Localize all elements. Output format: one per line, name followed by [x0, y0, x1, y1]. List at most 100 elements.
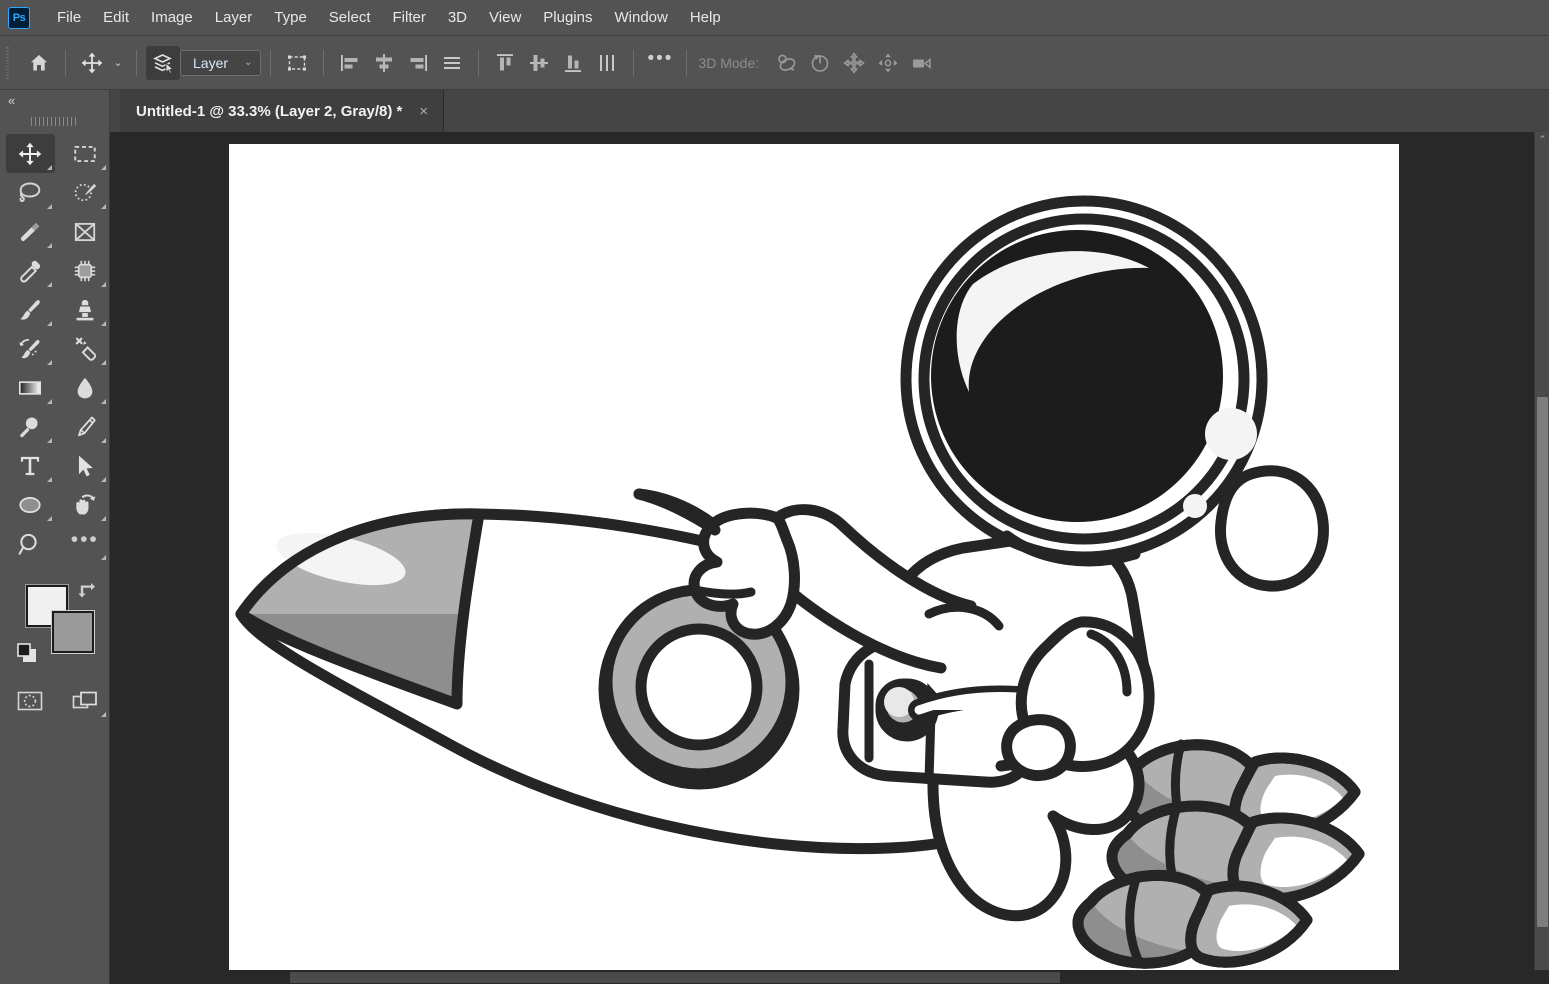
auto-select-toggle[interactable]: [146, 46, 180, 80]
menu-image[interactable]: Image: [140, 5, 204, 30]
tool-flyout-indicator: [101, 477, 106, 482]
menu-select[interactable]: Select: [318, 5, 382, 30]
tool-history-brush[interactable]: [6, 329, 55, 368]
3d-mode-label: 3D Mode:: [698, 55, 759, 71]
options-bar-drag-handle[interactable]: [4, 46, 14, 80]
move-tool-icon: [17, 141, 43, 167]
default-colors-icon[interactable]: [16, 642, 38, 669]
tool-crop[interactable]: [6, 212, 55, 251]
tool-horizontal-type[interactable]: [6, 446, 55, 485]
color-swatches: [0, 577, 109, 673]
canvas-work-area[interactable]: ⌃: [110, 132, 1549, 984]
3d-camera-button[interactable]: [905, 46, 939, 80]
align-top-edges-icon: [493, 51, 517, 75]
menu-view[interactable]: View: [478, 5, 532, 30]
tool-lasso[interactable]: [6, 173, 55, 212]
quick-mask-icon: [15, 689, 45, 713]
distribute-vertical-button[interactable]: [435, 46, 469, 80]
tools-panel: «: [0, 90, 110, 984]
tool-rectangular-marquee[interactable]: [61, 134, 110, 173]
tool-eraser[interactable]: [61, 329, 110, 368]
distribute-horizontal-centers-icon: [595, 51, 619, 75]
auto-select-scope-dropdown[interactable]: Layer ⌄: [180, 50, 261, 76]
align-left-edges-button[interactable]: [333, 46, 367, 80]
3d-roll-icon: [808, 51, 832, 75]
ellipsis-icon: •••: [647, 59, 673, 66]
tool-flyout-indicator: [101, 555, 106, 560]
menu-help[interactable]: Help: [679, 5, 732, 30]
3d-roll-button[interactable]: [803, 46, 837, 80]
3d-orbit-button[interactable]: [769, 46, 803, 80]
crop-icon: [17, 219, 43, 245]
tool-flyout-indicator: [101, 516, 106, 521]
menu-window[interactable]: Window: [603, 5, 678, 30]
tool-flyout-indicator: [101, 360, 106, 365]
tool-blur[interactable]: [61, 368, 110, 407]
document-tab[interactable]: Untitled-1 @ 33.3% (Layer 2, Gray/8) * ×: [120, 90, 444, 132]
tool-flyout-indicator: [47, 516, 52, 521]
vertical-scrollbar-thumb[interactable]: [1537, 397, 1548, 927]
tool-rotate-view[interactable]: [61, 485, 110, 524]
tool-pen[interactable]: [61, 407, 110, 446]
screen-mode-button[interactable]: [61, 681, 110, 720]
align-top-edges-button[interactable]: [488, 46, 522, 80]
align-right-edges-button[interactable]: [401, 46, 435, 80]
tool-frame[interactable]: [61, 212, 110, 251]
horizontal-scrollbar[interactable]: [110, 970, 1549, 984]
tool-spot-healing-brush[interactable]: [61, 251, 110, 290]
document-tab-strip: Untitled-1 @ 33.3% (Layer 2, Gray/8) * ×: [110, 90, 1549, 132]
menu-plugins[interactable]: Plugins: [532, 5, 603, 30]
tool-object-selection[interactable]: [61, 173, 110, 212]
more-align-options-button[interactable]: •••: [643, 46, 677, 80]
align-vertical-centers-button[interactable]: [522, 46, 556, 80]
photoshop-logo-icon: Ps: [8, 7, 30, 29]
menu-layer[interactable]: Layer: [204, 5, 264, 30]
close-tab-icon[interactable]: ×: [416, 102, 431, 121]
tool-gradient[interactable]: [6, 368, 55, 407]
align-vertical-centers-icon: [527, 51, 551, 75]
menu-edit[interactable]: Edit: [92, 5, 140, 30]
menu-file[interactable]: File: [46, 5, 92, 30]
align-bottom-edges-button[interactable]: [556, 46, 590, 80]
show-transform-controls-toggle[interactable]: [280, 46, 314, 80]
3d-slide-button[interactable]: [871, 46, 905, 80]
tool-flyout-indicator: [101, 282, 106, 287]
menu-filter[interactable]: Filter: [382, 5, 437, 30]
tool-move[interactable]: [6, 134, 55, 173]
tool-path-selection[interactable]: [61, 446, 110, 485]
home-button[interactable]: [22, 46, 56, 80]
dodge-icon: [17, 414, 43, 440]
tool-eyedropper[interactable]: [6, 251, 55, 290]
show-transform-controls-icon: [285, 51, 309, 75]
3d-pan-button[interactable]: [837, 46, 871, 80]
horizontal-scrollbar-thumb[interactable]: [290, 972, 1060, 983]
tool-clone-stamp[interactable]: [61, 290, 110, 329]
align-horizontal-centers-button[interactable]: [367, 46, 401, 80]
tool-dodge[interactable]: [6, 407, 55, 446]
align-bottom-edges-icon: [561, 51, 585, 75]
scroll-up-icon[interactable]: ⌃: [1535, 132, 1549, 147]
menu-type[interactable]: Type: [263, 5, 318, 30]
swap-colors-icon[interactable]: [77, 579, 97, 604]
gradient-icon: [17, 375, 43, 401]
tool-ellipse-shape[interactable]: [6, 485, 55, 524]
document-canvas[interactable]: [229, 144, 1399, 970]
distribute-horizontal-button[interactable]: [590, 46, 624, 80]
current-tool-button[interactable]: [75, 46, 109, 80]
tool-zoom[interactable]: [6, 524, 55, 563]
vertical-scrollbar[interactable]: ⌃: [1534, 132, 1549, 970]
quick-mask-mode-button[interactable]: [6, 681, 55, 720]
tools-panel-header: «: [0, 90, 109, 112]
collapse-panel-icon[interactable]: «: [8, 93, 14, 108]
brush-icon: [17, 297, 43, 323]
tool-edit-toolbar[interactable]: •••: [61, 524, 110, 563]
background-color-swatch[interactable]: [52, 611, 94, 653]
menu-3d[interactable]: 3D: [437, 5, 478, 30]
tool-preset-caret-icon[interactable]: ⌄: [109, 56, 127, 69]
blur-droplet-icon: [72, 375, 98, 401]
tool-flyout-indicator: [101, 204, 106, 209]
tool-flyout-indicator: [101, 165, 106, 170]
tool-brush[interactable]: [6, 290, 55, 329]
auto-select-layers-icon: [151, 51, 175, 75]
panel-drag-handle-icon[interactable]: [0, 112, 109, 130]
